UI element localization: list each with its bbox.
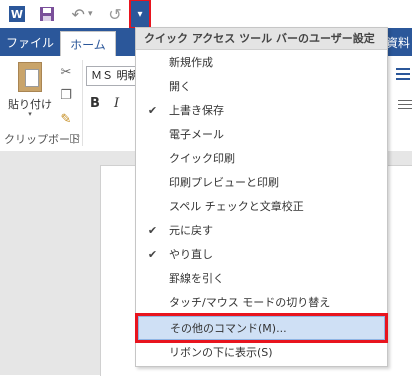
menu-item-label: 電子メール — [169, 128, 224, 141]
undo-button[interactable]: ↶ ▾ — [64, 3, 100, 25]
menu-item-label: 印刷プレビューと印刷 — [169, 176, 279, 189]
menu-item-print-preview[interactable]: 印刷プレビューと印刷 — [136, 170, 387, 194]
menu-item-quick-print[interactable]: クイック印刷 — [136, 146, 387, 170]
format-painter-icon[interactable]: ✎ — [58, 111, 74, 127]
customize-qat-button[interactable]: ▾ — [129, 0, 151, 29]
menu-item-label: クイック印刷 — [169, 152, 235, 165]
menu-item-label: やり直し — [169, 248, 213, 261]
check-icon: ✔ — [147, 247, 158, 261]
redo-button[interactable]: ↺ — [104, 3, 126, 25]
check-icon: ✔ — [147, 223, 158, 237]
save-icon — [40, 7, 54, 21]
bullets-icon[interactable] — [396, 68, 410, 82]
menu-item-label: スペル チェックと文章校正 — [169, 200, 304, 213]
menu-item-label: 開く — [169, 80, 191, 93]
align-left-icon[interactable] — [398, 100, 412, 112]
menu-item-open[interactable]: 開く — [136, 74, 387, 98]
bold-button[interactable]: B — [90, 96, 100, 111]
check-icon: ✔ — [147, 103, 158, 117]
undo-icon: ↶ — [71, 4, 85, 24]
tab-home[interactable]: ホーム — [60, 31, 116, 56]
chevron-down-icon: ▾ — [137, 8, 143, 20]
menu-item-undo[interactable]: ✔ 元に戻す — [136, 218, 387, 242]
menu-item-draw-table[interactable]: 罫線を引く — [136, 266, 387, 290]
menu-item-spelling[interactable]: スペル チェックと文章校正 — [136, 194, 387, 218]
menu-item-email[interactable]: 電子メール — [136, 122, 387, 146]
clipboard-launcher-icon[interactable] — [70, 134, 79, 143]
italic-button[interactable]: I — [114, 96, 119, 111]
quick-access-toolbar: W ↶ ▾ ↺ ▾ — [0, 0, 412, 29]
menu-item-save[interactable]: ✔ 上書き保存 — [136, 98, 387, 122]
tab-references-partial[interactable]: 資料 — [386, 28, 412, 56]
menu-item-label: 罫線を引く — [169, 272, 224, 285]
menu-item-label: リボンの下に表示(S) — [169, 346, 273, 359]
redo-icon: ↺ — [108, 4, 122, 24]
group-divider — [82, 60, 83, 146]
menu-title: クイック アクセス ツール バーのユーザー設定 — [136, 28, 387, 50]
menu-item-label: その他のコマンド(M)... — [170, 322, 287, 335]
tab-file[interactable]: ファイル — [0, 28, 60, 56]
clipboard-icon — [18, 62, 42, 92]
menu-item-label: 上書き保存 — [169, 104, 224, 117]
menu-item-label: タッチ/マウス モードの切り替え — [169, 296, 331, 309]
save-button[interactable] — [36, 3, 58, 25]
menu-item-label: 元に戻す — [169, 224, 213, 237]
cut-icon[interactable]: ✂ — [58, 64, 74, 80]
paste-dropdown-icon[interactable]: ▾ — [6, 110, 54, 118]
customize-qat-menu: クイック アクセス ツール バーのユーザー設定 新規作成 開く ✔ 上書き保存 … — [135, 27, 388, 367]
menu-item-touch-mouse-mode[interactable]: タッチ/マウス モードの切り替え — [136, 290, 387, 314]
menu-item-new[interactable]: 新規作成 — [136, 50, 387, 74]
copy-icon[interactable]: ❐ — [58, 87, 74, 103]
menu-item-more-commands[interactable]: その他のコマンド(M)... — [135, 313, 388, 343]
undo-dropdown-icon[interactable]: ▾ — [88, 9, 93, 19]
menu-item-label: 新規作成 — [169, 56, 213, 69]
menu-item-show-below-ribbon[interactable]: リボンの下に表示(S) — [136, 340, 387, 364]
paste-button[interactable]: 貼り付け ▾ — [6, 60, 54, 122]
font-name-field[interactable]: ＭＳ 明朝 — [86, 66, 138, 86]
word-app-icon[interactable]: W — [6, 3, 28, 25]
menu-item-redo[interactable]: ✔ やり直し — [136, 242, 387, 266]
word-logo-icon: W — [9, 6, 25, 22]
